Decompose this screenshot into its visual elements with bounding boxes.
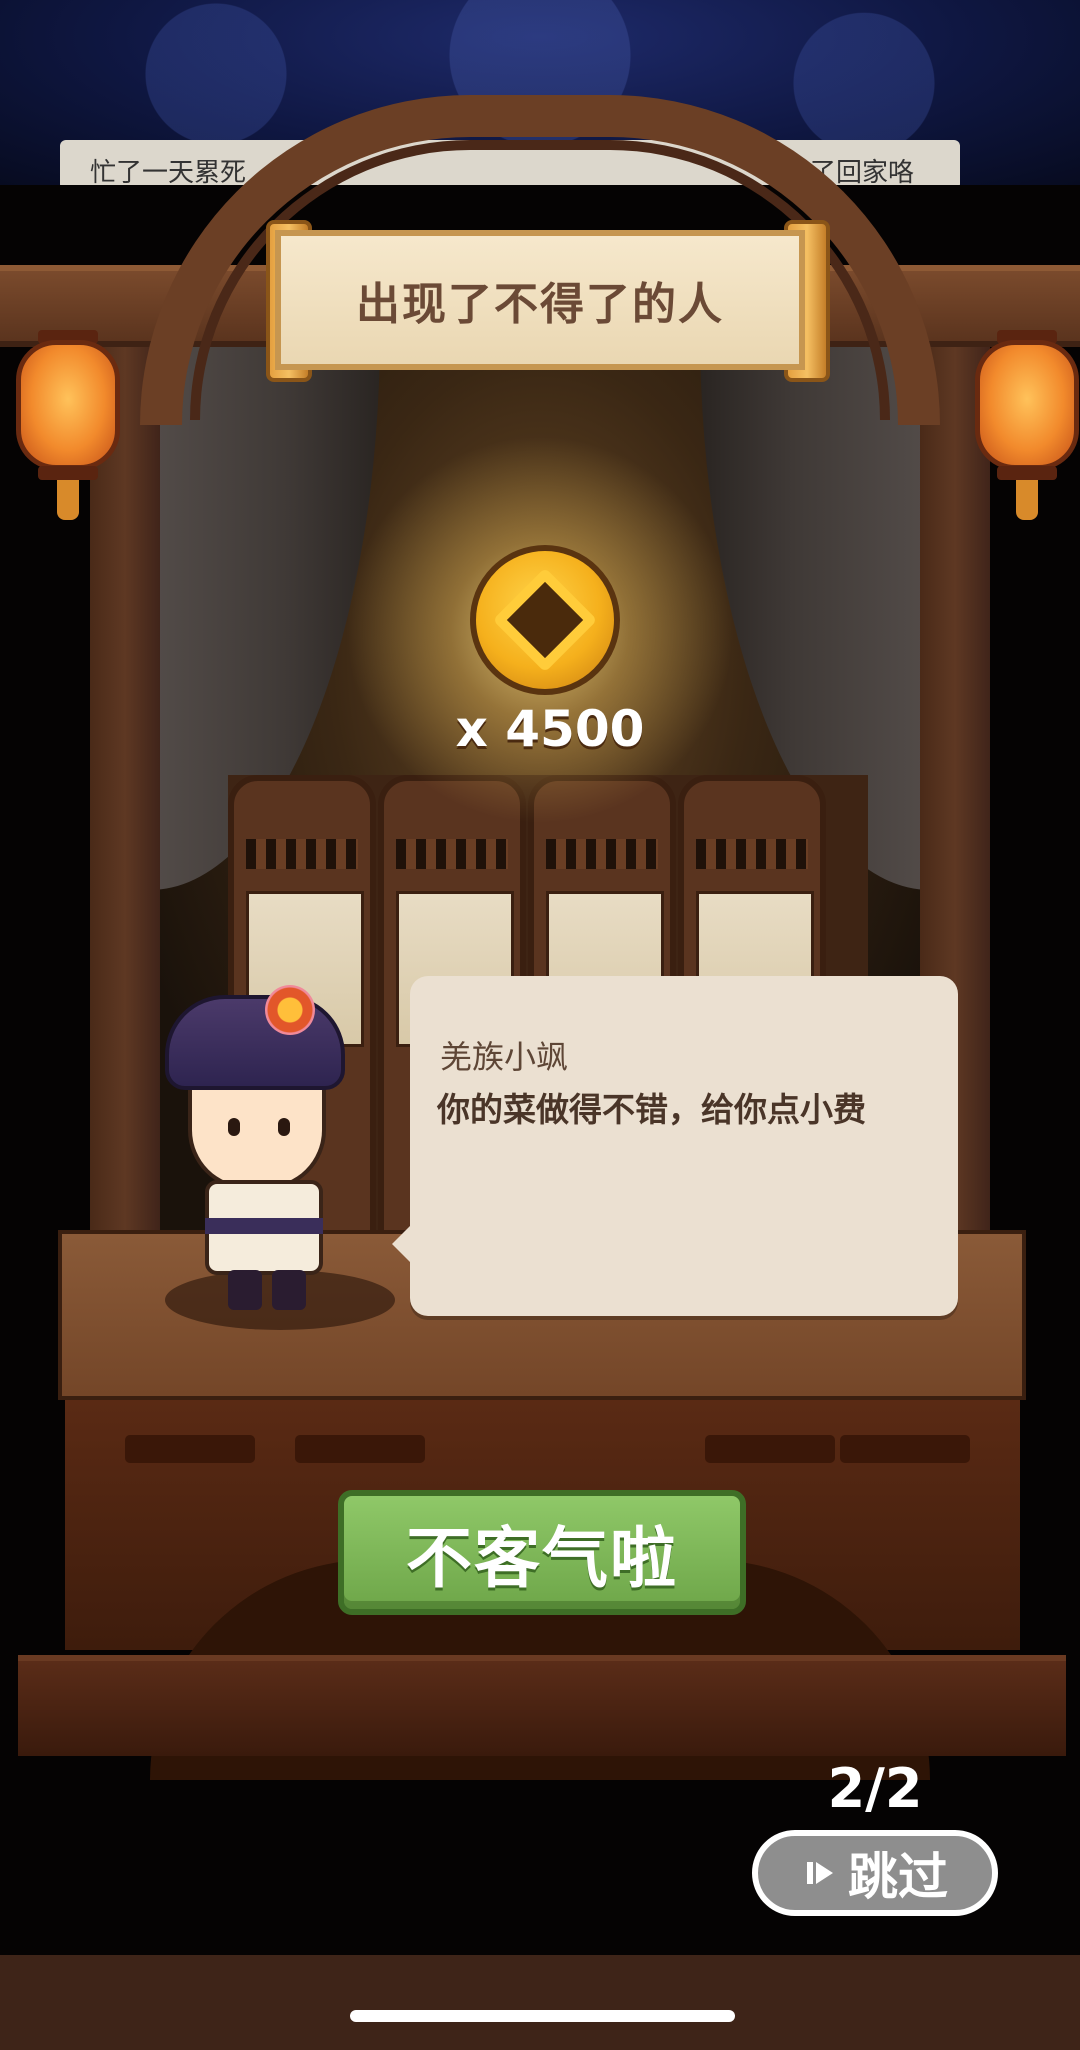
lantern-right-icon: [975, 340, 1079, 470]
counter-slot: [125, 1435, 255, 1463]
character-belt: [205, 1218, 323, 1234]
hat-flower-icon: [265, 985, 315, 1035]
confirm-button[interactable]: 不客气啦: [338, 1490, 746, 1615]
lantern-cap: [38, 466, 98, 480]
speech-bubble-tail: [392, 1222, 414, 1266]
character-eye: [228, 1118, 240, 1136]
home-indicator[interactable]: [350, 2010, 735, 2022]
counter-slot: [705, 1435, 835, 1463]
speech-bubble: [410, 976, 958, 1316]
lantern-left-icon: [16, 340, 120, 470]
character-eye: [278, 1118, 290, 1136]
character-leg: [272, 1270, 306, 1310]
stage-floor: [18, 1655, 1066, 1756]
lantern-cap: [997, 466, 1057, 480]
lantern-tassel: [1016, 480, 1038, 520]
lantern-tassel: [57, 480, 79, 520]
skip-button[interactable]: 跳过: [752, 1830, 998, 1916]
character-leg: [228, 1270, 262, 1310]
coin-icon: [470, 545, 620, 695]
pillar-left: [90, 330, 160, 1230]
character-face: [188, 1080, 326, 1190]
skip-forward-icon: [802, 1855, 838, 1891]
character-hat: [165, 995, 345, 1090]
reward-amount: x 4500: [455, 700, 645, 758]
title-scroll: 出现了不得了的人: [275, 230, 805, 370]
page-indicator: 2/2: [827, 1757, 923, 1820]
bottom-bar: [0, 1955, 1080, 2050]
dialogue-text: 你的菜做得不错，给你点小费: [437, 1090, 866, 1129]
background-banner-text-left: 忙了一天累死: [90, 158, 247, 188]
counter-slot: [295, 1435, 425, 1463]
counter-slot: [840, 1435, 970, 1463]
confirm-button-label: 不客气啦: [406, 1519, 678, 1597]
event-title: 出现了不得了的人: [356, 279, 724, 330]
speaker-name: 羌族小飒: [440, 1038, 569, 1076]
skip-button-label: 跳过: [848, 1848, 948, 1906]
